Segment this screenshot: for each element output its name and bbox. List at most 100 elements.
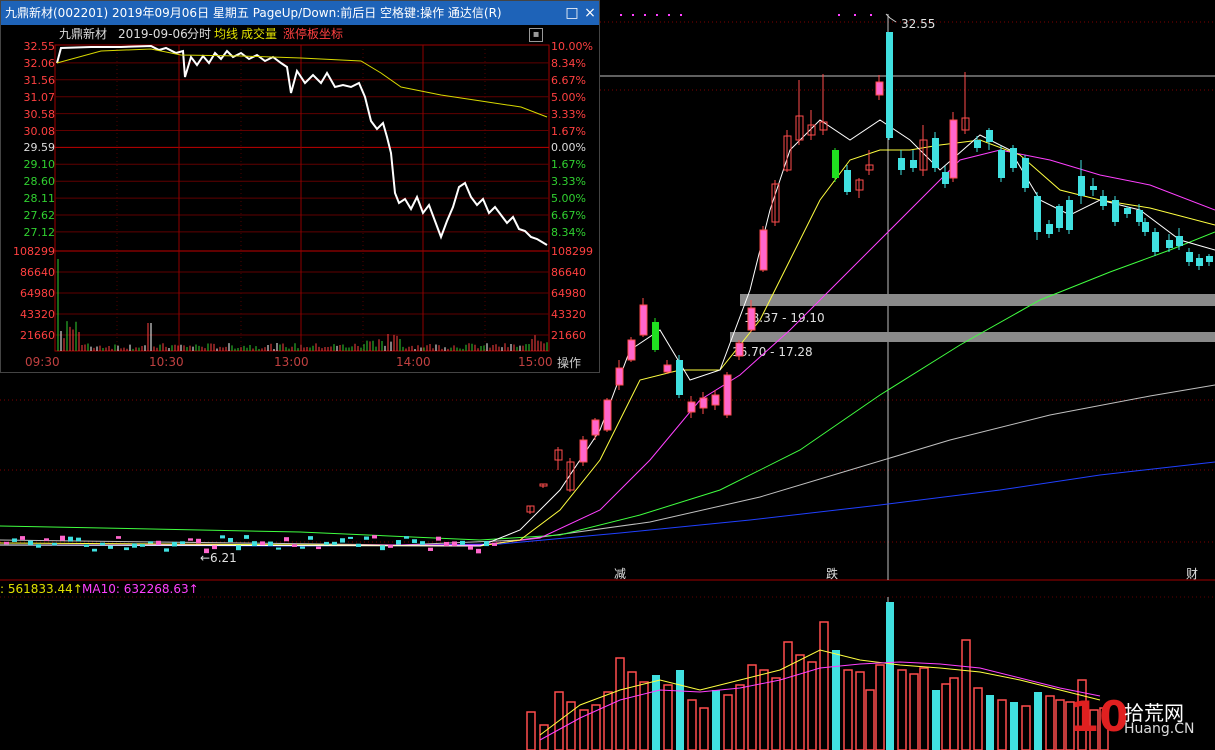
time-tick-0930: 09:30 [25, 355, 60, 369]
top-dot [854, 14, 856, 16]
volume-bar [652, 675, 660, 750]
candle [196, 538, 201, 544]
volume-bar [843, 669, 853, 750]
minimize-button[interactable]: □ [563, 4, 581, 22]
popup-title: 九鼎新材(002201) 2019年09月06日 星期五 PageUp/Down… [5, 6, 502, 20]
candle [76, 537, 81, 542]
candle [228, 538, 233, 543]
candle [172, 541, 177, 547]
candle [332, 541, 337, 545]
top-dot [620, 14, 622, 16]
time-tick-1500: 15:00 [518, 355, 553, 369]
price-tick: 29.59 [23, 141, 56, 155]
pct-tick: 1.67% [551, 124, 586, 138]
candle-body [886, 32, 893, 138]
volume-tick: 108299 [13, 245, 55, 258]
candle-body [1046, 224, 1053, 234]
volume-bar [1055, 699, 1065, 750]
candle [404, 536, 409, 539]
volume-bar [973, 687, 983, 750]
pct-tick: 8.34% [551, 56, 586, 70]
candle-body [699, 397, 708, 409]
intraday-avg-line [56, 48, 548, 118]
candle-body [1206, 256, 1213, 262]
ma250-line [0, 461, 1215, 547]
candle [420, 541, 425, 545]
volume-bar [639, 681, 649, 750]
close-button[interactable]: × [581, 4, 599, 22]
popup-header: 九鼎新材 2019-09-06 分时 均线 成交量 涨停板坐标 [1, 25, 599, 43]
candle [276, 547, 281, 550]
volume-bar [961, 639, 971, 750]
volume-bar [627, 671, 637, 750]
volume-bar [615, 657, 625, 750]
volume-bar [723, 694, 733, 750]
candle-body [759, 229, 768, 271]
candle-body [974, 140, 981, 148]
watermark: 10 拾荒网 Huang.CN [1070, 693, 1210, 745]
candle [44, 538, 49, 541]
settings-icon[interactable]: ▪ [529, 28, 543, 42]
candle [100, 542, 105, 546]
volume-bar [1010, 702, 1018, 750]
volume-bar [986, 695, 994, 750]
candle [356, 543, 361, 547]
candle-body [615, 367, 624, 386]
candle-body [1176, 236, 1183, 246]
candle [252, 541, 257, 547]
candle [396, 540, 401, 545]
volume-bar [783, 641, 793, 750]
volume-bar [712, 690, 720, 750]
watermark-logo: 10 [1070, 692, 1129, 741]
limit-coordinate-toggle[interactable]: 涨停板坐标 [283, 25, 343, 43]
candle [324, 541, 329, 545]
candle [484, 541, 489, 547]
ma10-volume-label: MA10: 632268.63↑ [82, 582, 199, 596]
intraday-popup-window[interactable]: 九鼎新材(002201) 2019年09月06日 星期五 PageUp/Down… [0, 0, 600, 373]
candle-body [910, 160, 917, 168]
candle-body [1010, 148, 1017, 168]
volume-tick: 108299 [551, 245, 593, 258]
volume-bar [687, 699, 697, 750]
gap-zone-upper-label: 18.37 - 19.10 [744, 311, 825, 325]
candle [348, 536, 353, 539]
avg-line-toggle[interactable]: 均线 [214, 25, 238, 43]
candle-body [832, 150, 839, 178]
marker-reduce: 减 [614, 567, 627, 581]
price-tick: 32.55 [23, 40, 56, 53]
top-dot [632, 14, 634, 16]
candle-body [676, 360, 683, 395]
volume-toggle[interactable]: 成交量 [241, 25, 277, 43]
candle [20, 536, 25, 540]
top-dot [680, 14, 682, 16]
candle [140, 544, 145, 547]
volume-bar [941, 683, 951, 750]
marker-fall: 跌 [826, 567, 839, 581]
price-high-label: 32.55 [901, 17, 935, 31]
candle-body [711, 394, 720, 406]
volume-bar [919, 667, 929, 750]
time-tick-1300: 13:00 [274, 355, 309, 369]
price-tick: 31.56 [23, 73, 56, 87]
candle-body [986, 130, 993, 142]
candle [156, 540, 161, 545]
volume-tick: 64980 [20, 287, 55, 300]
chart-mode: 分时 [187, 27, 212, 41]
price-tick: 27.12 [23, 225, 56, 239]
candle-body [723, 374, 732, 416]
candle [300, 546, 305, 549]
candle [444, 541, 449, 547]
candle-body [844, 170, 851, 192]
price-tick: 29.10 [23, 158, 56, 172]
pct-tick: 5.00% [551, 192, 586, 206]
candle [388, 545, 393, 548]
candle-body [735, 342, 744, 357]
operate-button[interactable]: 操作 [557, 354, 581, 371]
candle [36, 544, 41, 548]
candle [132, 543, 137, 548]
price-tick: 30.58 [23, 107, 56, 121]
candle [84, 544, 89, 547]
popup-titlebar[interactable]: 九鼎新材(002201) 2019年09月06日 星期五 PageUp/Down… [1, 1, 599, 25]
pct-tick: 5.00% [551, 90, 586, 104]
volume-bar [735, 684, 745, 750]
